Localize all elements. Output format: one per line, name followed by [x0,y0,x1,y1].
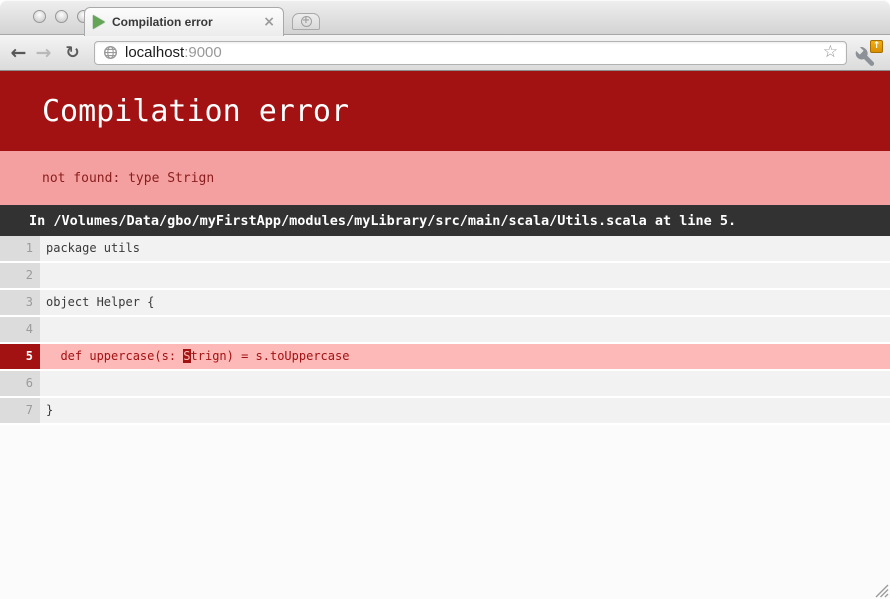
code-line: 2 [0,263,890,290]
line-code: object Helper { [40,290,890,317]
tab-title: Compilation error [112,15,257,29]
error-location-text: In /Volumes/Data/gbo/myFirstApp/modules/… [29,213,736,229]
new-tab-plus-icon: + [301,16,312,27]
error-header: Compilation error [0,71,890,151]
line-code [40,371,890,398]
forward-button[interactable]: → [31,40,56,65]
line-code [40,263,890,290]
tab-close-icon[interactable]: × [263,15,275,29]
error-page: Compilation error not found: type Strign… [0,71,890,599]
url-host: localhost [125,44,184,61]
line-code: } [40,398,890,425]
error-marker: S [183,349,190,363]
play-favicon-icon [93,15,105,29]
url-port: :9000 [184,44,222,61]
line-number: 6 [0,371,40,398]
resize-grip[interactable] [872,581,889,598]
line-number: 4 [0,317,40,344]
wrench-menu-button[interactable]: ↑ [854,39,884,67]
address-bar[interactable]: localhost:9000 ☆ [94,41,847,65]
titlebar[interactable]: Compilation error × + [0,0,890,35]
error-banner: not found: type Strign [0,151,890,205]
line-code: def uppercase(s: Strign) = s.toUppercase [40,344,890,371]
page-title: Compilation error [42,94,349,129]
toolbar: ← → ↻ localhost:9000 ☆ ↑ [0,35,890,71]
error-location-bar: In /Volumes/Data/gbo/myFirstApp/modules/… [0,205,890,236]
line-number: 1 [0,236,40,263]
code-before-marker: def uppercase(s: [46,349,183,363]
line-number: 3 [0,290,40,317]
line-code [40,317,890,344]
code-after-marker: trign) = s.toUppercase [191,349,350,363]
error-message: not found: type Strign [42,171,214,186]
tab-compilation-error[interactable]: Compilation error × [84,7,284,36]
bookmark-star-icon[interactable]: ☆ [823,44,838,61]
browser-window: Compilation error × + ← → ↻ localhost:90… [0,0,890,599]
code-line: 3 object Helper { [0,290,890,317]
code-line: 6 [0,371,890,398]
code-listing: 1 package utils 2 3 object Helper { 4 5 … [0,236,890,425]
window-controls [33,10,90,23]
window-close-button[interactable] [33,10,46,23]
globe-icon [103,45,118,60]
code-line: 1 package utils [0,236,890,263]
line-number: 5 [0,344,40,371]
update-badge-icon: ↑ [870,40,883,53]
line-code: package utils [40,236,890,263]
reload-button[interactable]: ↻ [60,40,85,65]
back-button[interactable]: ← [6,40,31,65]
line-number: 2 [0,263,40,290]
code-line-error: 5 def uppercase(s: Strign) = s.toUpperca… [0,344,890,371]
line-number: 7 [0,398,40,425]
new-tab-button[interactable]: + [292,13,320,30]
code-line: 7 } [0,398,890,425]
code-line: 4 [0,317,890,344]
window-minimize-button[interactable] [55,10,68,23]
page-background [0,425,890,599]
